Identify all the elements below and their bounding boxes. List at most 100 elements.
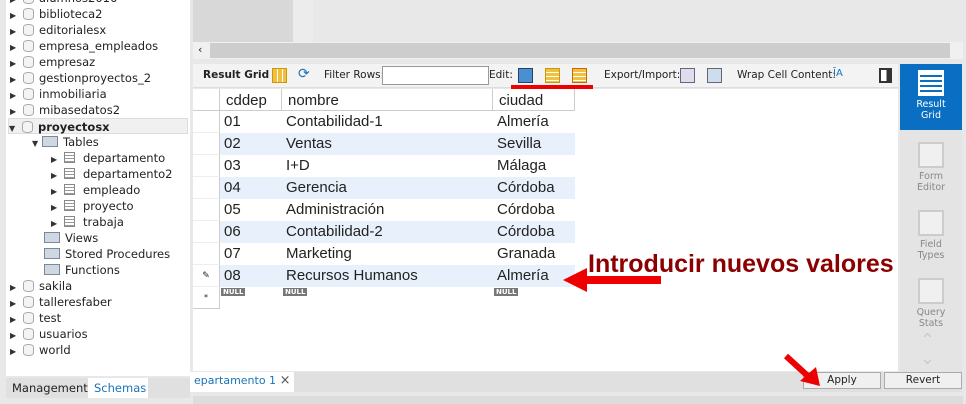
refresh-icon[interactable]: ⟳ <box>298 66 313 82</box>
output-panel <box>193 396 963 404</box>
column-header-ciudad[interactable]: ciudad <box>493 89 575 111</box>
cell-ciudad[interactable]: Córdoba <box>493 199 575 221</box>
horizontal-scrollbar[interactable]: ‹ <box>193 42 963 59</box>
table-item-empleado[interactable]: ▶ empleado <box>51 182 140 198</box>
row-header[interactable] <box>193 177 220 199</box>
add-row-icon[interactable] <box>545 68 560 83</box>
scrollbar-thumb[interactable] <box>210 43 950 58</box>
panel-scroll-arrows-icon[interactable]: ⌃ ⌄ <box>920 332 935 368</box>
import-icon[interactable] <box>707 68 722 83</box>
table-label: proyecto <box>83 199 134 213</box>
cell-cddep[interactable]: 07 <box>220 243 282 265</box>
views-label: Views <box>65 231 99 245</box>
row-header[interactable] <box>193 221 220 243</box>
filter-rows-input[interactable] <box>382 66 489 85</box>
schema-item-biblioteca2[interactable]: ▶ biblioteca2 <box>10 6 103 22</box>
schema-item-talleresfaber[interactable]: ▶ talleresfaber <box>10 294 112 310</box>
functions-node[interactable]: Functions <box>44 262 120 278</box>
cell-cddep[interactable]: 04 <box>220 177 282 199</box>
cell-nombre[interactable]: Ventas <box>282 133 493 155</box>
cell-nombre[interactable]: Marketing <box>282 243 493 265</box>
result-grid[interactable]: cddep nombre ciudad NULL NULL NULL * 01 C… <box>193 89 898 371</box>
row-header[interactable] <box>193 133 220 155</box>
close-tab-icon[interactable]: × <box>280 373 291 388</box>
row-header[interactable]: ✎ <box>193 265 220 287</box>
table-item-departamento2[interactable]: ▶ departamento2 <box>51 166 172 182</box>
edit-pencil-icon[interactable] <box>518 68 533 83</box>
panel-result-grid[interactable]: Result Grid <box>900 64 962 130</box>
null-ciudad[interactable]: NULL <box>494 288 519 296</box>
cell-ciudad[interactable]: Sevilla <box>493 133 575 155</box>
stored-procedures-node[interactable]: Stored Procedures <box>44 246 170 262</box>
schema-item-proyectosx[interactable]: ▼ proyectosx <box>8 118 188 134</box>
query-stats-icon <box>918 278 944 304</box>
panel-query-stats[interactable]: Query Stats <box>900 272 962 334</box>
schema-item-gestionproyectos_2[interactable]: ▶ gestionproyectos_2 <box>10 70 151 86</box>
cell-cddep[interactable]: 02 <box>220 133 282 155</box>
result-tab[interactable]: epartamento 1 × <box>190 372 295 392</box>
column-header-nombre[interactable]: nombre <box>282 89 493 111</box>
row-header[interactable] <box>193 243 220 265</box>
views-node[interactable]: Views <box>44 230 98 246</box>
cell-nombre[interactable]: I+D <box>282 155 493 177</box>
schema-label: world <box>39 343 71 357</box>
tables-label: Tables <box>63 135 99 149</box>
cell-ciudad[interactable]: Córdoba <box>493 177 575 199</box>
wrap-cell-icon[interactable]: ĪA <box>833 68 848 83</box>
panel-field-types[interactable]: Field Types <box>900 204 962 266</box>
delete-row-icon[interactable] <box>572 68 587 83</box>
panel-label: Query Stats <box>916 307 946 329</box>
cell-ciudad[interactable]: Córdoba <box>493 221 575 243</box>
schema-item-editorialesx[interactable]: ▶ editorialesx <box>10 22 106 38</box>
cell-nombre[interactable]: Administración <box>282 199 493 221</box>
collapse-arrow-icon[interactable]: ▼ <box>9 121 19 137</box>
schema-item-sakila[interactable]: ▶ sakila <box>10 278 72 294</box>
cell-ciudad[interactable]: Almería <box>493 111 575 133</box>
collapse-arrow-icon[interactable]: ▼ <box>32 136 42 152</box>
schema-item-inmobiliaria[interactable]: ▶ inmobiliaria <box>10 86 107 102</box>
panel-form-editor[interactable]: Form Editor <box>900 136 962 198</box>
tab-management[interactable]: Management <box>6 378 94 398</box>
grid-layout-icon[interactable] <box>272 68 287 83</box>
schema-item-test[interactable]: ▶ test <box>10 310 61 326</box>
expand-arrow-icon[interactable]: ▶ <box>10 344 20 360</box>
toggle-panel-icon[interactable] <box>879 68 892 83</box>
cell-ciudad[interactable]: Málaga <box>493 155 575 177</box>
revert-button[interactable]: Revert <box>884 372 962 389</box>
cell-ciudad[interactable]: Granada <box>493 243 575 265</box>
cell-cddep[interactable]: 03 <box>220 155 282 177</box>
apply-arrow-icon <box>783 353 820 386</box>
export-icon[interactable] <box>680 68 695 83</box>
cell-nombre[interactable]: Gerencia <box>282 177 493 199</box>
null-cddep[interactable]: NULL <box>221 288 246 296</box>
row-header[interactable] <box>193 155 220 177</box>
cell-nombre[interactable]: Recursos Humanos <box>282 265 493 287</box>
schema-item-empresaz[interactable]: ▶ empresaz <box>10 54 95 70</box>
cell-nombre[interactable]: Contabilidad-2 <box>282 221 493 243</box>
row-header[interactable] <box>193 199 220 221</box>
edit-label: Edit: <box>489 69 513 81</box>
cell-cddep[interactable]: 01 <box>220 111 282 133</box>
scroll-left-icon[interactable]: ‹ <box>198 43 202 56</box>
table-icon <box>64 152 75 163</box>
database-icon <box>22 121 33 133</box>
schema-item-mibasedatos2[interactable]: ▶ mibasedatos2 <box>10 102 120 118</box>
table-label: departamento <box>83 151 166 165</box>
schema-item-empresa_empleados[interactable]: ▶ empresa_empleados <box>10 38 158 54</box>
cell-cddep[interactable]: 05 <box>220 199 282 221</box>
table-item-proyecto[interactable]: ▶ proyecto <box>51 198 134 214</box>
schema-item-usuarios[interactable]: ▶ usuarios <box>10 326 88 342</box>
column-header-cddep[interactable]: cddep <box>220 89 282 111</box>
stored-procedures-folder-icon <box>44 248 60 259</box>
cell-cddep[interactable]: 08 <box>220 265 282 287</box>
cell-nombre[interactable]: Contabilidad-1 <box>282 111 493 133</box>
form-editor-icon <box>918 142 944 168</box>
cell-cddep[interactable]: 06 <box>220 221 282 243</box>
row-header[interactable] <box>193 111 220 133</box>
table-item-trabaja[interactable]: ▶ trabaja <box>51 214 124 230</box>
table-item-departamento[interactable]: ▶ departamento <box>51 150 165 166</box>
tab-schemas[interactable]: Schemas <box>88 378 148 398</box>
schema-item-world[interactable]: ▶ world <box>10 342 71 358</box>
null-nombre[interactable]: NULL <box>283 288 308 296</box>
tables-node[interactable]: ▼ Tables <box>32 134 99 150</box>
